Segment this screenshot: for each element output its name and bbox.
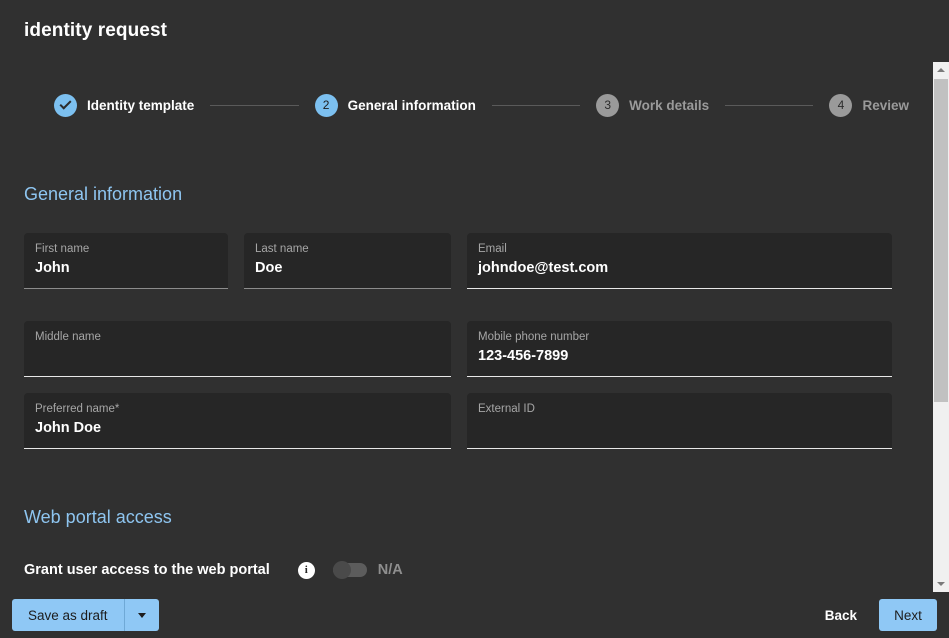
- field-last-name[interactable]: Last name Doe: [244, 233, 451, 289]
- step-2-number: 2: [315, 94, 338, 117]
- triangle-up-icon: [937, 68, 945, 72]
- step-general-information[interactable]: 2 General information: [315, 94, 476, 117]
- grant-web-portal-access-row: Grant user access to the web portal i N/…: [24, 558, 403, 582]
- step-1-label: Identity template: [87, 98, 194, 113]
- field-middle-name-label: Middle name: [35, 330, 440, 344]
- step-connector-1: [210, 105, 298, 106]
- field-first-name[interactable]: First name John: [24, 233, 228, 289]
- field-mobile-phone-number[interactable]: Mobile phone number 123-456-7899: [467, 321, 892, 377]
- section-heading-general-information: General information: [24, 184, 182, 205]
- section-heading-web-portal-access: Web portal access: [24, 507, 172, 528]
- field-mobile-phone-number-underline: [467, 376, 892, 377]
- field-email[interactable]: Email johndoe@test.com: [467, 233, 892, 289]
- triangle-down-icon: [937, 582, 945, 586]
- back-button[interactable]: Back: [811, 599, 871, 631]
- info-icon[interactable]: i: [298, 562, 315, 579]
- field-middle-name-underline: [24, 376, 451, 377]
- scrollbar-thumb[interactable]: [934, 79, 948, 402]
- step-work-details[interactable]: 3 Work details: [596, 94, 709, 117]
- field-email-label: Email: [478, 242, 881, 256]
- form-scroll-viewport: Identity template 2 General information …: [0, 56, 933, 592]
- field-mobile-phone-number-value: 123-456-7899: [478, 346, 881, 366]
- field-last-name-value: Doe: [255, 258, 440, 278]
- field-email-underline: [467, 288, 892, 289]
- field-external-id-underline: [467, 448, 892, 449]
- field-middle-name[interactable]: Middle name: [24, 321, 451, 377]
- field-preferred-name[interactable]: Preferred name* John Doe: [24, 393, 451, 449]
- grant-web-portal-access-label: Grant user access to the web portal: [24, 562, 270, 578]
- step-3-label: Work details: [629, 98, 709, 113]
- field-mobile-phone-number-label: Mobile phone number: [478, 330, 881, 344]
- next-button[interactable]: Next: [879, 599, 937, 631]
- step-4-label: Review: [862, 98, 909, 113]
- scroll-up-button[interactable]: [933, 62, 949, 78]
- field-external-id[interactable]: External ID: [467, 393, 892, 449]
- field-external-id-label: External ID: [478, 402, 881, 416]
- grant-web-portal-access-state: N/A: [378, 562, 403, 578]
- field-preferred-name-value: John Doe: [35, 418, 440, 438]
- field-first-name-underline: [24, 288, 228, 289]
- step-connector-2: [492, 105, 580, 106]
- field-first-name-label: First name: [35, 242, 217, 256]
- field-preferred-name-label: Preferred name*: [35, 402, 440, 416]
- step-review[interactable]: 4 Review: [829, 94, 909, 117]
- chevron-down-icon: [138, 613, 146, 618]
- field-last-name-underline: [244, 288, 451, 289]
- page-title: identity request: [24, 20, 167, 42]
- field-email-value: johndoe@test.com: [478, 258, 881, 278]
- step-identity-template[interactable]: Identity template: [54, 94, 194, 117]
- wizard-stepper: Identity template 2 General information …: [0, 90, 933, 120]
- field-first-name-value: John: [35, 258, 217, 278]
- grant-web-portal-access-toggle[interactable]: [333, 563, 367, 577]
- save-as-draft-button[interactable]: Save as draft: [12, 599, 125, 631]
- vertical-scrollbar[interactable]: [933, 62, 949, 592]
- step-3-number: 3: [596, 94, 619, 117]
- save-as-draft-split-button: Save as draft: [12, 599, 159, 631]
- field-preferred-name-underline: [24, 448, 451, 449]
- field-preferred-name-label-text: Preferred name: [35, 403, 115, 415]
- scroll-down-button[interactable]: [933, 576, 949, 592]
- step-4-number: 4: [829, 94, 852, 117]
- save-as-draft-dropdown-button[interactable]: [125, 599, 159, 631]
- step-1-status-icon: [54, 94, 77, 117]
- step-2-label: General information: [348, 98, 476, 113]
- footer-action-bar: Save as draft Back Next: [0, 592, 949, 638]
- required-asterisk: *: [115, 403, 119, 415]
- field-last-name-label: Last name: [255, 242, 440, 256]
- step-connector-3: [725, 105, 813, 106]
- check-icon: [59, 98, 71, 110]
- toggle-knob: [333, 561, 351, 579]
